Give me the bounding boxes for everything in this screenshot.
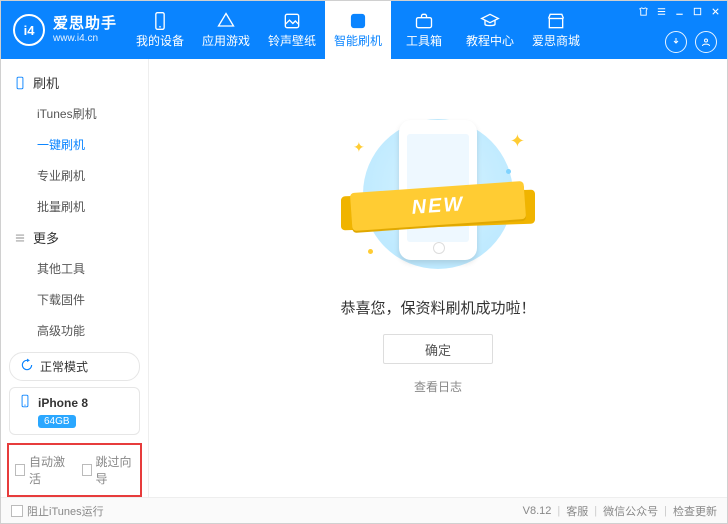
- user-button[interactable]: [695, 31, 717, 53]
- app-window: i4 爱思助手 www.i4.cn 我的设备 应用游戏 铃声壁纸 智能刷机: [0, 0, 728, 524]
- ok-button[interactable]: 确定: [383, 334, 493, 364]
- check-update-link[interactable]: 检查更新: [673, 503, 717, 519]
- sidebar-item-other-tools[interactable]: 其他工具: [1, 253, 148, 284]
- dot-icon: [506, 169, 511, 174]
- phone-outline-icon: [13, 76, 27, 90]
- sidebar-item-download-firmware[interactable]: 下载固件: [1, 284, 148, 315]
- checkbox-icon: [82, 464, 92, 476]
- checkbox-label: 跳过向导: [96, 453, 134, 487]
- list-icon: [13, 231, 27, 245]
- nav-toolbox[interactable]: 工具箱: [391, 1, 457, 59]
- ribbon-text: NEW: [411, 193, 465, 220]
- nav-ringtones[interactable]: 铃声壁纸: [259, 1, 325, 59]
- section-title: 刷机: [33, 73, 59, 92]
- top-nav: 我的设备 应用游戏 铃声壁纸 智能刷机 工具箱 教程中心: [127, 1, 589, 59]
- device-name: iPhone 8: [38, 396, 88, 410]
- menu-icon[interactable]: [655, 5, 667, 17]
- shirt-icon[interactable]: [637, 5, 649, 17]
- nav-smart-flash[interactable]: 智能刷机: [325, 1, 391, 59]
- flash-icon: [348, 11, 368, 29]
- nav-label: 应用游戏: [202, 32, 250, 49]
- brand-subtitle: www.i4.cn: [53, 33, 117, 44]
- phone-icon: [150, 11, 170, 29]
- separator: |: [594, 505, 597, 517]
- separator: |: [664, 505, 667, 517]
- nav-my-device[interactable]: 我的设备: [127, 1, 193, 59]
- close-button[interactable]: [709, 5, 721, 17]
- nav-label: 智能刷机: [334, 32, 382, 49]
- top-header: i4 爱思助手 www.i4.cn 我的设备 应用游戏 铃声壁纸 智能刷机: [1, 1, 727, 59]
- nav-label: 教程中心: [466, 32, 514, 49]
- auto-activate-checkbox[interactable]: 自动激活: [15, 453, 68, 487]
- store-icon: [546, 11, 566, 29]
- checkbox-icon: [11, 505, 23, 517]
- sparkle-icon: ✦: [353, 139, 365, 156]
- sidebar-item-one-key-flash[interactable]: 一键刷机: [1, 129, 148, 160]
- maximize-button[interactable]: [691, 5, 703, 17]
- checkbox-row-highlight: 自动激活 跳过向导: [7, 443, 142, 497]
- version-label: V8.12: [523, 505, 552, 517]
- device-card[interactable]: iPhone 8 64GB: [9, 387, 140, 435]
- nav-label: 我的设备: [136, 32, 184, 49]
- success-illustration: ✦ ✦ NEW: [333, 109, 543, 279]
- view-log-link[interactable]: 查看日志: [414, 378, 462, 395]
- sidebar-section-more: 更多: [1, 222, 148, 253]
- sidebar: 刷机 iTunes刷机 一键刷机 专业刷机 批量刷机 更多 其他工具 下载固件 …: [1, 59, 149, 497]
- footer: 阻止iTunes运行 V8.12 | 客服 | 微信公众号 | 检查更新: [1, 497, 727, 523]
- window-controls: [637, 5, 721, 17]
- separator: |: [557, 505, 560, 517]
- toolbox-icon: [414, 11, 434, 29]
- checkbox-label: 阻止iTunes运行: [27, 503, 104, 519]
- nav-tutorials[interactable]: 教程中心: [457, 1, 523, 59]
- checkbox-icon: [15, 464, 25, 476]
- mode-pill[interactable]: 正常模式: [9, 352, 140, 381]
- brand: i4 爱思助手 www.i4.cn: [1, 1, 127, 59]
- sidebar-section-flash: 刷机: [1, 67, 148, 98]
- wallpaper-icon: [282, 11, 302, 29]
- nav-label: 工具箱: [406, 32, 442, 49]
- sparkle-icon: ✦: [510, 131, 525, 152]
- nav-label: 爱思商城: [532, 32, 580, 49]
- nav-store[interactable]: 爱思商城: [523, 1, 589, 59]
- footer-right: V8.12 | 客服 | 微信公众号 | 检查更新: [523, 503, 717, 519]
- skip-guide-checkbox[interactable]: 跳过向导: [82, 453, 135, 487]
- sidebar-item-advanced[interactable]: 高级功能: [1, 315, 148, 346]
- sidebar-item-itunes-flash[interactable]: iTunes刷机: [1, 98, 148, 129]
- brand-title: 爱思助手: [53, 16, 117, 33]
- storage-badge: 64GB: [38, 415, 76, 428]
- body: 刷机 iTunes刷机 一键刷机 专业刷机 批量刷机 更多 其他工具 下载固件 …: [1, 59, 727, 497]
- device-icon: [18, 394, 32, 411]
- mode-label: 正常模式: [40, 358, 88, 375]
- nav-label: 铃声壁纸: [268, 32, 316, 49]
- block-itunes-checkbox[interactable]: 阻止iTunes运行: [11, 503, 104, 519]
- support-link[interactable]: 客服: [566, 503, 588, 519]
- sidebar-item-pro-flash[interactable]: 专业刷机: [1, 160, 148, 191]
- minimize-button[interactable]: [673, 5, 685, 17]
- dot-icon: [368, 249, 373, 254]
- wechat-link[interactable]: 微信公众号: [603, 503, 658, 519]
- checkbox-label: 自动激活: [29, 453, 67, 487]
- main-content: ✦ ✦ NEW 恭喜您，保资料刷机成功啦！ 确定 查看日志: [149, 59, 727, 497]
- nav-apps-games[interactable]: 应用游戏: [193, 1, 259, 59]
- brand-text: 爱思助手 www.i4.cn: [53, 16, 117, 44]
- header-actions: [665, 31, 717, 53]
- sidebar-scroll: 刷机 iTunes刷机 一键刷机 专业刷机 批量刷机 更多 其他工具 下载固件 …: [1, 59, 148, 350]
- download-button[interactable]: [665, 31, 687, 53]
- brand-logo-icon: i4: [13, 14, 45, 46]
- graduation-icon: [480, 11, 500, 29]
- sidebar-item-batch-flash[interactable]: 批量刷机: [1, 191, 148, 222]
- section-title: 更多: [33, 228, 59, 247]
- refresh-icon: [20, 358, 34, 375]
- apps-icon: [216, 11, 236, 29]
- success-message: 恭喜您，保资料刷机成功啦！: [340, 297, 535, 318]
